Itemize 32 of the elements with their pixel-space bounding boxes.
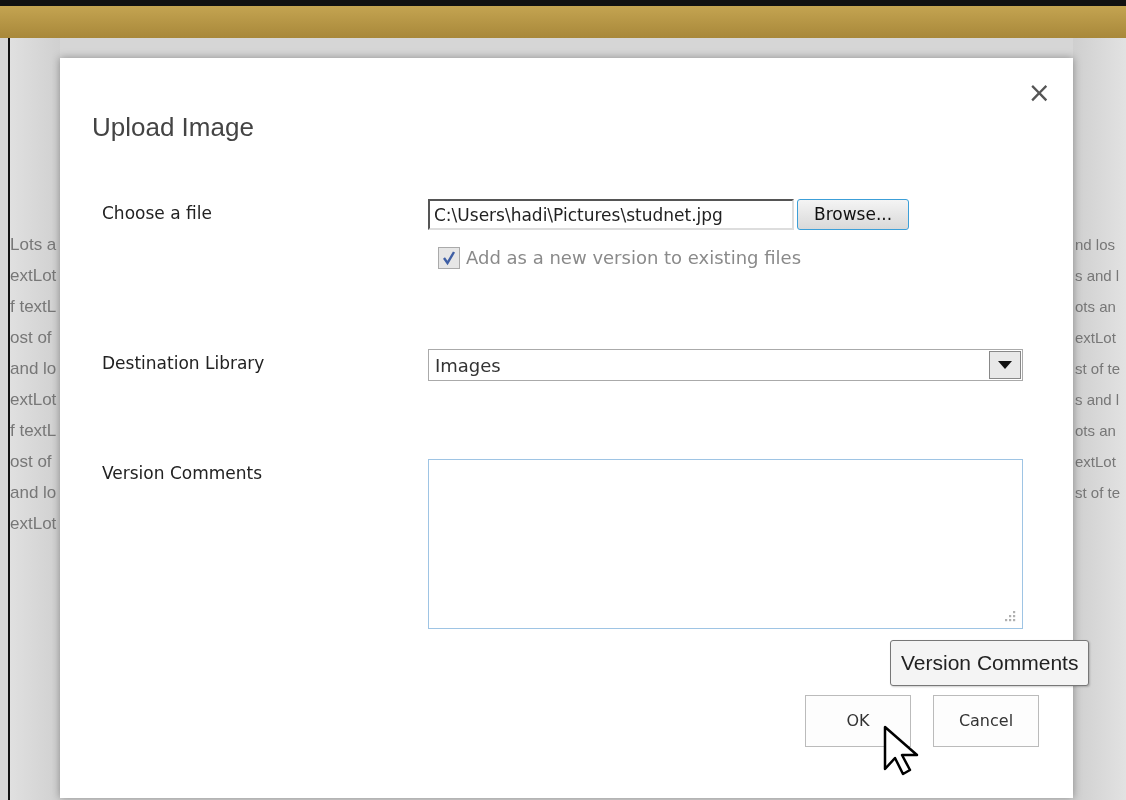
background-text: extLot <box>10 513 58 535</box>
background-text: s and l <box>1075 390 1121 410</box>
background-text: f textL <box>10 296 58 318</box>
field-label: Choose a file <box>102 202 213 225</box>
dialog-button[interactable]: Cancel <box>933 695 1039 747</box>
background-text: nd los <box>1075 235 1117 255</box>
background-text: and lo <box>10 358 58 380</box>
background-text: ost of <box>10 451 53 473</box>
file-path-field[interactable]: C:\Users\hadi\Pictures\studnet.jpg <box>428 199 794 230</box>
library-dropdown[interactable]: Images <box>428 349 1023 381</box>
dialog-title: Upload Image <box>92 111 254 144</box>
background-text: and lo <box>10 482 58 504</box>
background-text: f textL <box>10 420 58 442</box>
background-text: ots an <box>1075 421 1117 441</box>
tooltip: Version Comments <box>890 640 1090 686</box>
resize-grip-icon <box>1002 608 1016 622</box>
field-label: Version Comments <box>102 462 264 485</box>
field-label: Destination Library <box>102 352 266 375</box>
background-text: s and l <box>1075 266 1121 286</box>
background-text: st of te <box>1075 483 1122 503</box>
background-text: extLot <box>1075 452 1117 472</box>
dialog-button[interactable]: OK <box>805 695 911 747</box>
background-text: extLot <box>10 265 58 287</box>
background-text: extLot <box>10 389 58 411</box>
background-text: extLot <box>1075 328 1117 348</box>
background-text: ost of <box>10 327 53 349</box>
background-text: Lots a <box>10 234 58 256</box>
background-text: ots an <box>1075 297 1117 317</box>
close-button[interactable]: × <box>1027 78 1051 108</box>
browse-button[interactable]: Browse... <box>797 199 910 230</box>
background-text: st of te <box>1075 359 1122 379</box>
checkbox-label: Add as a new version to existing files <box>466 246 801 270</box>
